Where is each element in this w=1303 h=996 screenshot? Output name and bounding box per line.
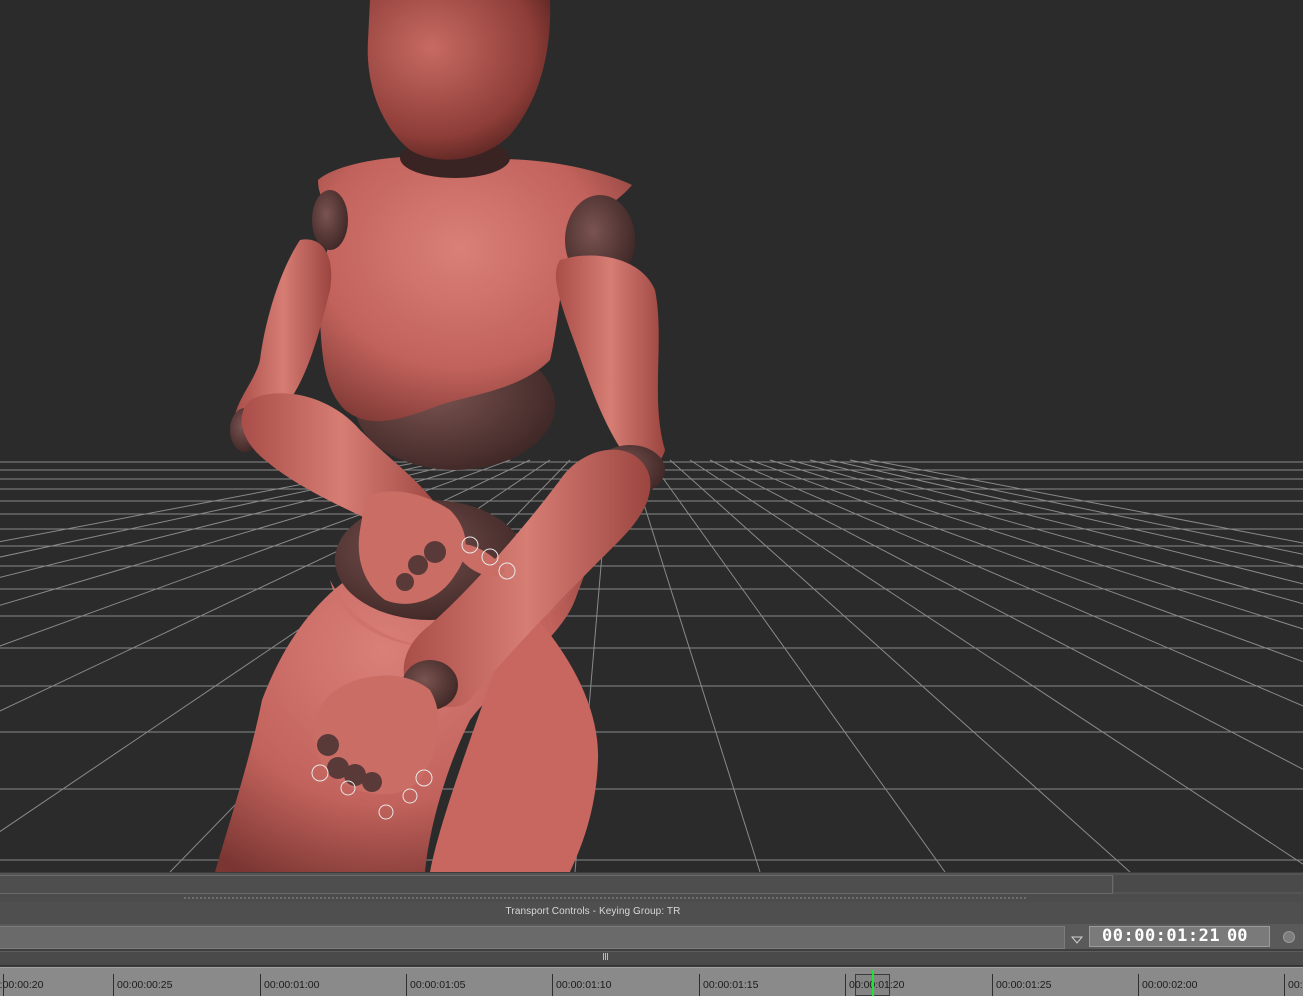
panel-splitter [0,949,1303,967]
playhead-line[interactable] [872,970,874,996]
triangle-down-icon[interactable] [1070,931,1084,944]
record-dot-icon[interactable] [1283,931,1295,943]
timeline-tick [699,974,700,996]
timeline-tick [1138,974,1139,996]
timeline-tick [992,974,993,996]
timecode-value: 00:00:01:21 [1102,926,1221,946]
timeline-tick [845,974,846,996]
timeline-tick-label: 00:00:01:20 [849,979,905,991]
transport-header: Transport Controls - Keying Group: TR [0,902,1303,925]
timeline-tick-label: 00:00:01:15 [703,979,759,991]
timeline-tick-label: 00:00:02:05 [1288,979,1303,991]
splitter-bar[interactable] [0,951,1303,966]
panel-grip-row [0,894,1303,902]
timeline-tick [552,974,553,996]
transport-buttons-area[interactable] [0,926,1065,949]
timeline-tick-label: 00:00:02:00 [1142,979,1198,991]
timeline-tick [260,974,261,996]
timeline-tick [1284,974,1285,996]
scrub-track[interactable] [0,875,1113,894]
timecode-display[interactable]: 00:00:01:21 00 [1089,926,1270,947]
grip-icon[interactable] [183,897,1028,899]
timeline-tick-label: 00:00:01:00 [264,979,320,991]
splitter-handle-icon[interactable] [603,953,609,960]
transport-controls-label: Transport Controls - Keying Group: TR [505,906,681,917]
transport-controls-bar: 00:00:01:21 00 [0,924,1303,949]
viewport-scene[interactable] [0,0,1303,872]
timeline-tick-label: 00:00:01:05 [410,979,466,991]
timeline-scrub-bar [0,872,1303,895]
floor-grid [0,459,1303,872]
timeline-ruler[interactable]: 00:00:00:20 00:00:00:25 00:00:01:00 00:0… [0,967,1303,996]
scrub-track-end [1114,875,1303,892]
timeline-tick-label: 00:00:00:25 [117,979,173,991]
timeline-tick-label: 00:00:00:20 [0,979,44,991]
timeline-tick [406,974,407,996]
app-window: Transport Controls - Keying Group: TR 00… [0,0,1303,996]
3d-viewport[interactable] [0,0,1303,872]
timeline-tick-label: 00:00:01:10 [556,979,612,991]
character-figure[interactable] [215,0,665,872]
timecode-frames: 00 [1227,926,1248,946]
timeline-tick-label: 00:00:01:25 [996,979,1052,991]
timeline-tick [113,974,114,996]
